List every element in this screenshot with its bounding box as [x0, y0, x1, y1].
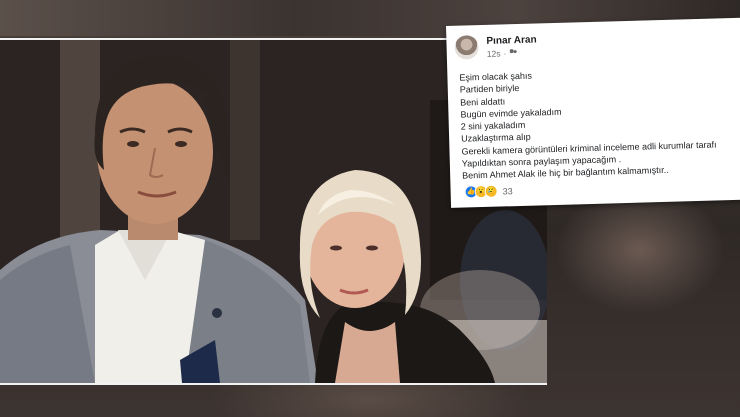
friends-icon: [509, 49, 518, 56]
avatar[interactable]: [454, 35, 479, 60]
sad-icon: 😢: [484, 184, 498, 198]
facebook-post-card: Pınar Aran 12s · Eşim olacak şahıs Parti…: [446, 17, 740, 208]
post-body: Eşim olacak şahıs Partiden biriyle Beni …: [459, 64, 740, 183]
post-meta: 12s ·: [487, 47, 537, 59]
post-header: Pınar Aran 12s ·: [454, 33, 537, 60]
post-time[interactable]: 12s: [487, 48, 501, 58]
reaction-summary[interactable]: 👍 😮 😢 33: [464, 184, 513, 199]
post-author[interactable]: Pınar Aran: [486, 34, 536, 46]
reaction-count[interactable]: 33: [502, 186, 512, 196]
